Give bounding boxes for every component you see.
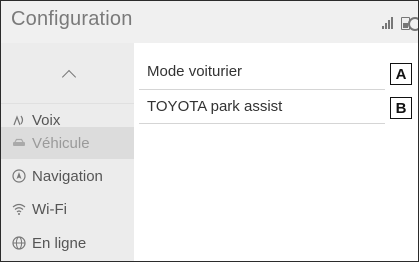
row-divider [139, 123, 385, 124]
list-item-label: TOYOTA park assist [147, 97, 283, 115]
sidebar: Voix Véhicule Navigation Wi-Fi En ligne [1, 43, 134, 261]
settings-screen: Configuration Voix Véhicule Navigation W… [0, 0, 419, 262]
scroll-up-button[interactable] [61, 69, 77, 85]
sidebar-item-wifi[interactable]: Wi-Fi [1, 193, 134, 225]
navigation-icon [12, 169, 26, 183]
sidebar-item-label: En ligne [32, 234, 87, 252]
callout-b: B [390, 97, 412, 119]
sidebar-item-navigation[interactable]: Navigation [1, 160, 134, 192]
list-item-toyota-park-assist[interactable]: TOYOTA park assist [139, 91, 385, 121]
bluetooth-icon [408, 17, 418, 31]
sidebar-item-vehicule[interactable]: Véhicule [1, 127, 134, 159]
sidebar-item-label: Wi-Fi [32, 200, 67, 218]
sidebar-item-label: Navigation [32, 167, 103, 185]
header-bar: Configuration [1, 1, 418, 43]
voice-icon [12, 113, 26, 127]
sidebar-item-label: Véhicule [32, 134, 90, 152]
page-title: Configuration [11, 8, 133, 30]
signal-strength-icon [382, 17, 394, 29]
sidebar-item-label: Voix [32, 111, 61, 129]
globe-icon [12, 236, 26, 250]
wifi-icon [12, 202, 26, 216]
list-item-label: Mode voiturier [147, 62, 243, 80]
row-divider [139, 89, 385, 90]
car-icon [12, 136, 26, 150]
list-item-mode-voiturier[interactable]: Mode voiturier [139, 56, 385, 86]
sidebar-item-en-ligne[interactable]: En ligne [1, 227, 134, 259]
callout-a: A [390, 63, 412, 85]
